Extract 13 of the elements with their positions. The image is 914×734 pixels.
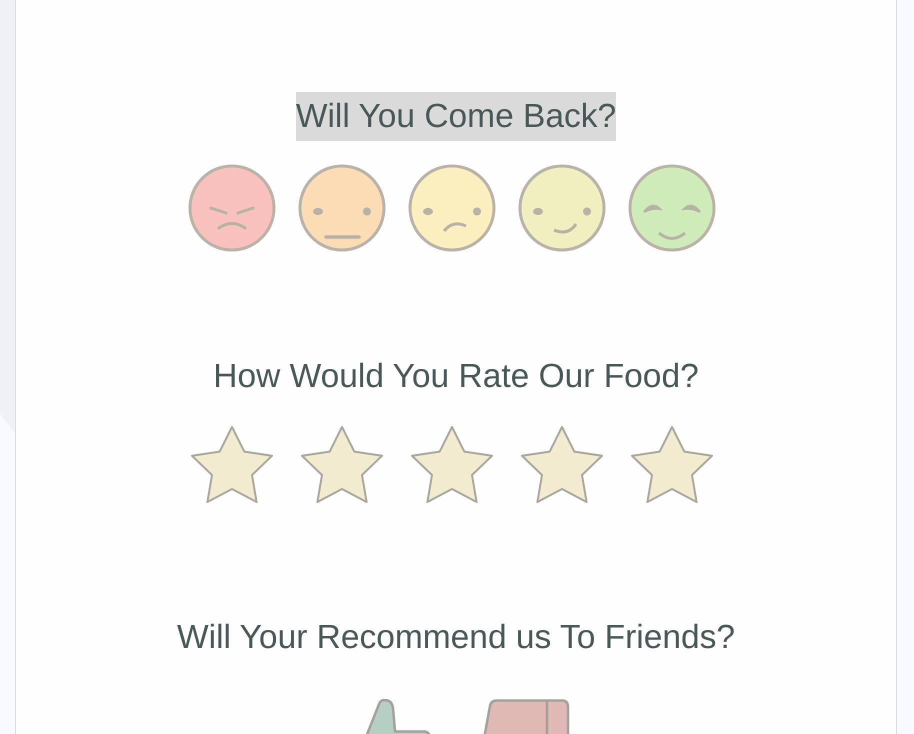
question-title: How Would You Rate Our Food? xyxy=(213,357,699,397)
star-icon[interactable] xyxy=(630,425,714,505)
star-icon[interactable] xyxy=(410,425,494,505)
angry-face-icon[interactable] xyxy=(188,164,276,252)
star-icon[interactable] xyxy=(190,425,274,505)
happy-face-icon[interactable] xyxy=(628,164,716,252)
neutral-face-icon[interactable] xyxy=(298,164,386,252)
star-icon[interactable] xyxy=(520,425,604,505)
star-icon[interactable] xyxy=(300,425,384,505)
uneasy-face-icon[interactable] xyxy=(408,164,496,252)
question-title: Will Your Recommend us To Friends? xyxy=(177,618,735,658)
question-title: Will You Come Back? xyxy=(296,92,616,141)
smiling-face-icon[interactable] xyxy=(518,164,606,252)
